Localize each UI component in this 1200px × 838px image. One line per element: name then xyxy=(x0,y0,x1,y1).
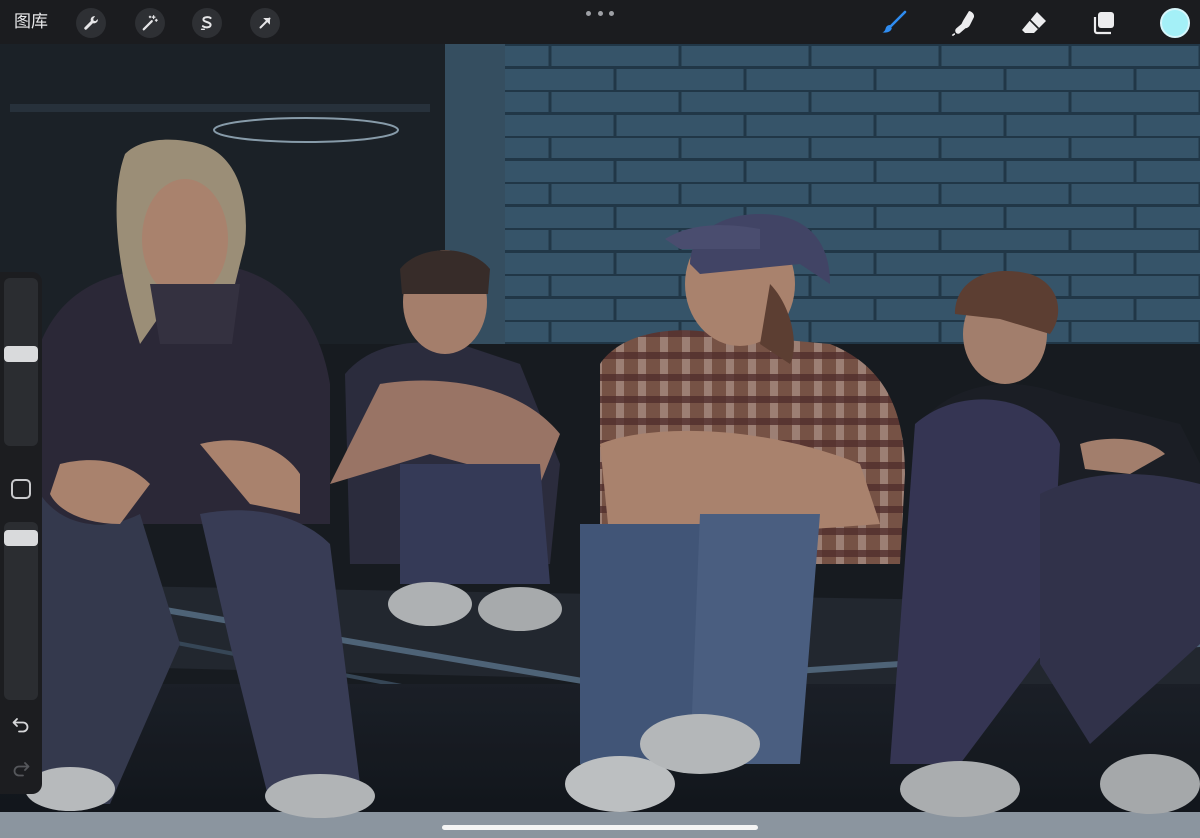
brush-tool-button[interactable] xyxy=(878,7,910,39)
opacity-slider[interactable] xyxy=(4,522,38,700)
wrench-icon xyxy=(84,16,98,30)
brush-sidebar xyxy=(0,272,42,794)
smudge-tool-button[interactable] xyxy=(948,7,980,39)
smudge-finger-icon xyxy=(951,11,975,37)
color-picker-button[interactable] xyxy=(1160,8,1190,38)
brush-icon xyxy=(882,10,907,33)
eraser-tool-button[interactable] xyxy=(1018,7,1050,39)
adjustments-button[interactable] xyxy=(135,8,165,38)
magic-wand-icon xyxy=(142,15,158,31)
layers-button[interactable] xyxy=(1088,7,1120,39)
undo-icon xyxy=(12,718,29,733)
top-toolbar: 图库 xyxy=(0,0,1200,44)
selection-s-icon xyxy=(200,16,212,31)
modify-square-icon[interactable] xyxy=(11,479,31,499)
undo-button[interactable] xyxy=(9,712,33,736)
home-indicator[interactable] xyxy=(442,825,758,830)
opacity-thumb[interactable] xyxy=(4,530,38,546)
more-options-icon[interactable] xyxy=(586,6,614,20)
redo-icon xyxy=(13,762,30,777)
brush-size-slider[interactable] xyxy=(4,278,38,446)
selection-button[interactable] xyxy=(192,8,222,38)
arrow-cursor-icon xyxy=(259,17,271,29)
layers-icon xyxy=(1093,12,1114,35)
redo-button[interactable] xyxy=(9,756,33,780)
gallery-button[interactable]: 图库 xyxy=(14,8,48,36)
drawing-canvas[interactable] xyxy=(0,44,1200,838)
eraser-icon xyxy=(1022,12,1046,33)
artwork-illustration xyxy=(0,44,1200,838)
transform-button[interactable] xyxy=(250,8,280,38)
actions-button[interactable] xyxy=(76,8,106,38)
brush-size-thumb[interactable] xyxy=(4,346,38,362)
